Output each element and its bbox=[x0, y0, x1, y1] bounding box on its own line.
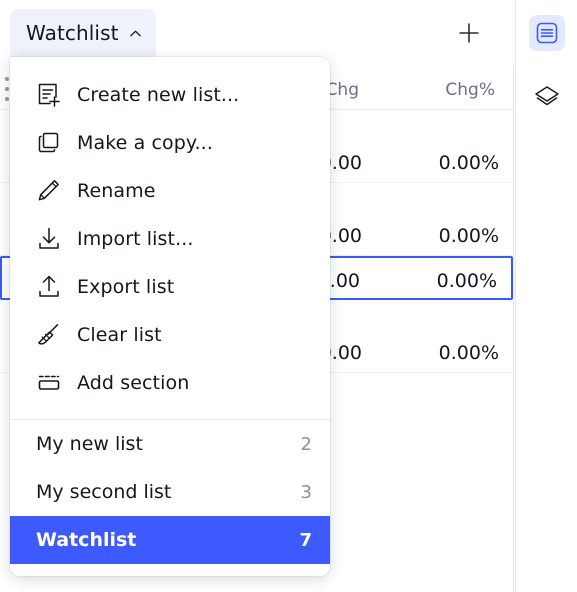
watchlist-dropdown-menu: Create new list... Make a copy... Rename bbox=[10, 57, 330, 576]
menu-item-label: Create new list... bbox=[77, 84, 240, 106]
rail-item-layers[interactable] bbox=[529, 79, 565, 115]
list-item-count: 2 bbox=[300, 433, 312, 455]
list-item-label: My new list bbox=[36, 433, 143, 455]
menu-item-label: Rename bbox=[77, 180, 156, 202]
cell-chg-percent: 0.00% bbox=[436, 270, 497, 292]
menu-item-rename[interactable]: Rename bbox=[10, 167, 330, 215]
import-icon bbox=[35, 224, 69, 254]
list-item[interactable]: My new list 2 bbox=[10, 420, 330, 468]
menu-item-label: Import list... bbox=[77, 228, 194, 250]
plus-icon bbox=[456, 20, 482, 46]
pencil-icon bbox=[35, 176, 69, 206]
list-item-selected[interactable]: Watchlist 7 bbox=[10, 516, 330, 564]
menu-item-clear-list[interactable]: Clear list bbox=[10, 311, 330, 359]
menu-item-label: Make a copy... bbox=[77, 132, 213, 154]
right-icon-rail bbox=[515, 0, 577, 592]
menu-item-make-a-copy[interactable]: Make a copy... bbox=[10, 119, 330, 167]
cell-chg-percent: 0.00% bbox=[438, 342, 499, 364]
list-item-count: 7 bbox=[299, 529, 312, 551]
menu-item-label: Export list bbox=[77, 276, 175, 298]
drag-handle-dots-icon[interactable] bbox=[4, 77, 10, 101]
watchlist-widget: Watchlist Chg Chg% 0.00 0.00% 0.00 0.00%… bbox=[0, 0, 577, 592]
list-item-label: Watchlist bbox=[36, 529, 137, 551]
menu-item-export-list[interactable]: Export list bbox=[10, 263, 330, 311]
create-new-list-icon bbox=[35, 80, 69, 110]
rail-item-watchlist[interactable] bbox=[529, 15, 565, 51]
column-header-chg[interactable]: Chg bbox=[326, 80, 359, 100]
add-section-icon bbox=[35, 368, 69, 398]
add-symbol-button[interactable] bbox=[451, 15, 487, 51]
menu-item-import-list[interactable]: Import list... bbox=[10, 215, 330, 263]
menu-item-create-new-list[interactable]: Create new list... bbox=[10, 71, 330, 119]
list-item-count: 3 bbox=[300, 481, 312, 503]
chevron-up-icon bbox=[129, 27, 142, 40]
menu-item-label: Add section bbox=[77, 372, 190, 394]
menu-item-add-section[interactable]: Add section bbox=[10, 359, 330, 407]
list-item-label: My second list bbox=[36, 481, 172, 503]
broom-icon bbox=[35, 320, 69, 350]
cell-chg-percent: 0.00% bbox=[438, 152, 499, 174]
export-icon bbox=[35, 272, 69, 302]
column-header-chg-percent[interactable]: Chg% bbox=[445, 80, 495, 100]
layers-icon bbox=[533, 83, 561, 111]
cell-chg-percent: 0.00% bbox=[438, 225, 499, 247]
watchlist-dropdown-button[interactable]: Watchlist bbox=[10, 9, 156, 57]
list-item[interactable]: My second list 3 bbox=[10, 468, 330, 516]
watchlist-dropdown-label: Watchlist bbox=[26, 21, 119, 45]
watchlist-icon bbox=[534, 20, 560, 46]
copy-icon bbox=[35, 128, 69, 158]
menu-item-label: Clear list bbox=[77, 324, 162, 346]
